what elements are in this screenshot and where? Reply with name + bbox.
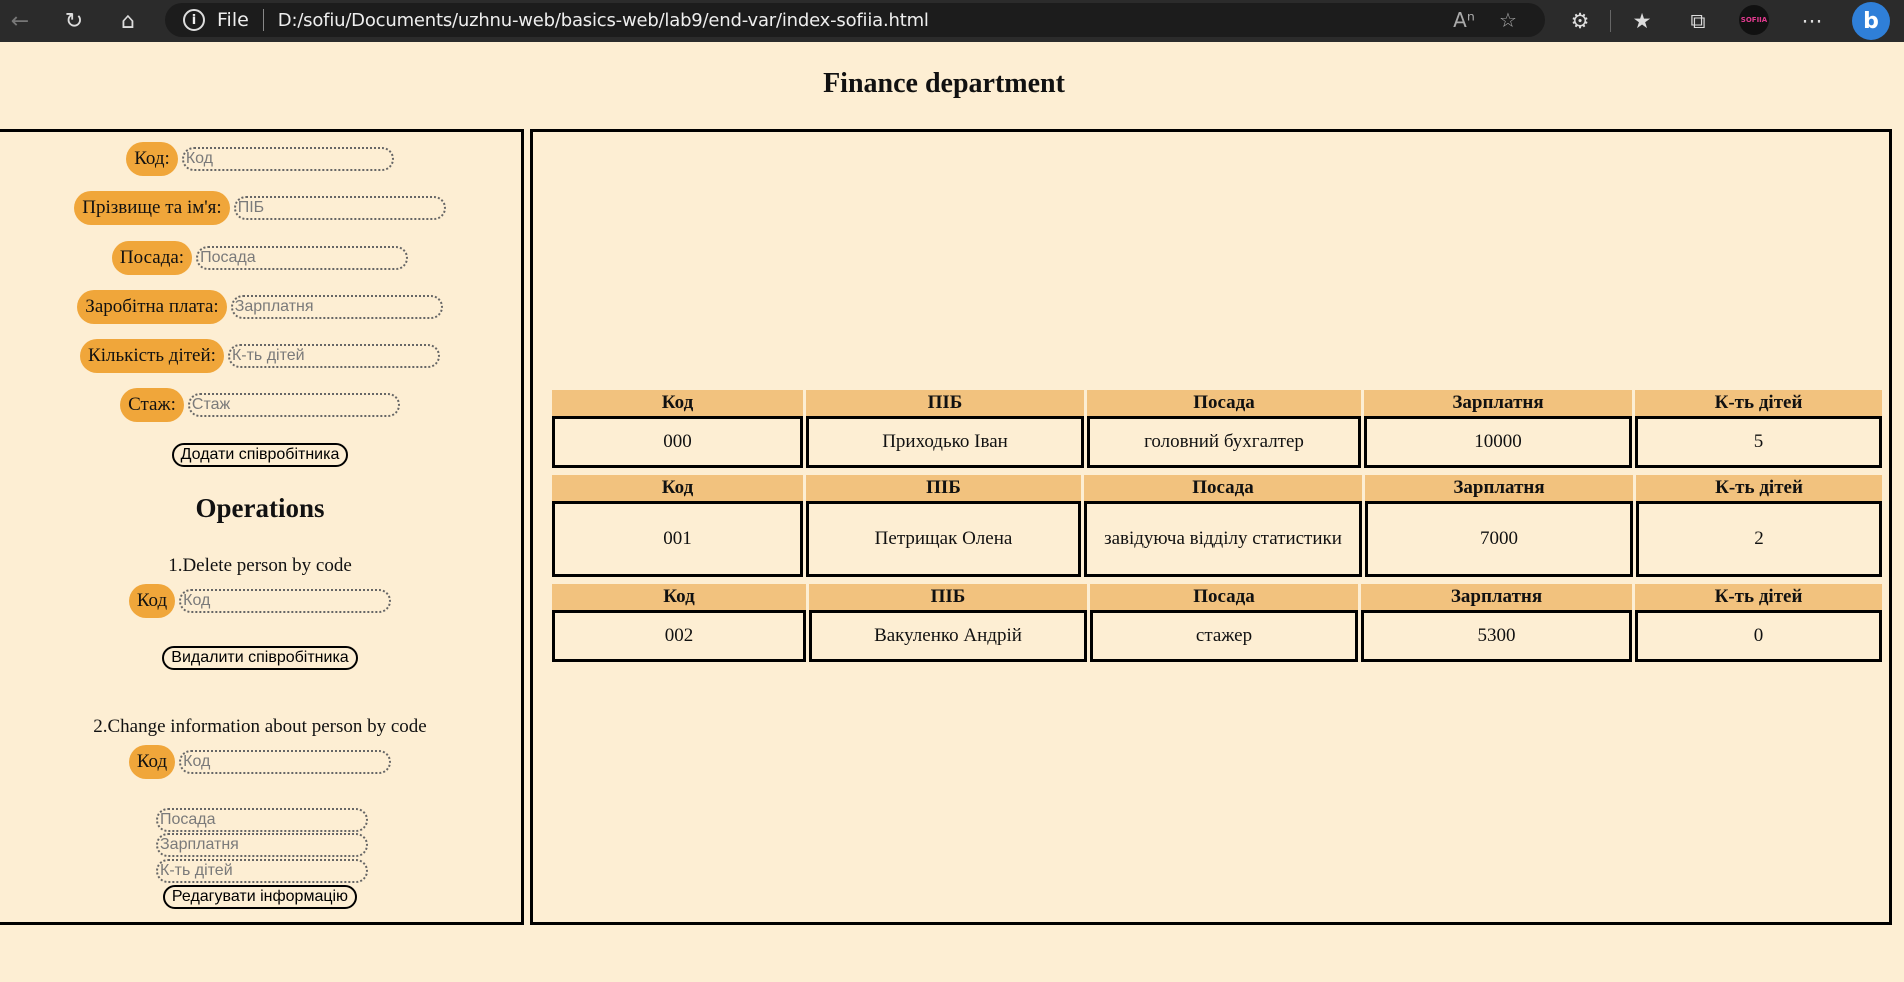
info-icon[interactable]: i bbox=[183, 9, 205, 31]
cell-code: 002 bbox=[552, 610, 806, 662]
delete-code-label: Код bbox=[128, 584, 176, 618]
table-header-row: Код ПІБ Посада Зарплатня К-ть дітей bbox=[552, 584, 1882, 610]
cell-position: стажер bbox=[1090, 610, 1358, 662]
header-code: Код bbox=[552, 475, 803, 501]
code-label: Код: bbox=[126, 142, 178, 176]
header-code: Код bbox=[552, 390, 803, 416]
header-position: Посада bbox=[1087, 390, 1361, 416]
cell-code: 000 bbox=[552, 416, 803, 468]
back-icon[interactable]: ← bbox=[2, 0, 38, 42]
home-icon[interactable]: ⌂ bbox=[110, 0, 146, 42]
add-employee-button[interactable]: Додати співробітника bbox=[171, 443, 349, 467]
delete-button-row: Видалити співробітника bbox=[0, 646, 520, 670]
left-panel: Код: Прізвище та ім'я: Посада: Заробітна… bbox=[0, 129, 524, 925]
form-row-children: Кількість дітей: bbox=[0, 339, 520, 373]
add-button-row: Додати співробітника bbox=[0, 443, 520, 467]
table-header-row: Код ПІБ Посада Зарплатня К-ть дітей bbox=[552, 475, 1882, 501]
name-input[interactable] bbox=[233, 196, 446, 220]
cell-name: Вакуленко Андрій bbox=[809, 610, 1087, 662]
cell-position: завідуюча відділу статистики bbox=[1084, 501, 1362, 577]
cell-children: 2 bbox=[1636, 501, 1882, 577]
change-position-input[interactable] bbox=[156, 808, 368, 832]
change-caption: 2.Change information about person by cod… bbox=[93, 716, 427, 737]
header-name: ПІБ bbox=[809, 584, 1087, 610]
copilot-icon[interactable]: b bbox=[1852, 2, 1890, 40]
delete-code-row: Код bbox=[0, 584, 520, 618]
browser-toolbar: ← ↻ ⌂ i File D:/sofiu/Documents/uzhnu-we… bbox=[0, 0, 1904, 42]
table-row: 000 Приходько Іван головний бухгалтер 10… bbox=[552, 416, 1882, 468]
table-row: 001 Петрищак Олена завідуюча відділу ста… bbox=[552, 501, 1882, 577]
position-label: Посада: bbox=[111, 241, 193, 275]
employee-table-0: Код ПІБ Посада Зарплатня К-ть дітей 000 … bbox=[549, 390, 1885, 468]
position-input[interactable] bbox=[196, 246, 409, 270]
header-children: К-ть дітей bbox=[1635, 390, 1882, 416]
favorites-icon[interactable]: ★ bbox=[1622, 0, 1662, 42]
employee-table-2: Код ПІБ Посада Зарплатня К-ть дітей 002 … bbox=[549, 584, 1885, 662]
header-salary: Зарплатня bbox=[1365, 475, 1633, 501]
salary-input[interactable] bbox=[230, 295, 443, 319]
salary-label: Заробітна плата: bbox=[77, 290, 227, 324]
delete-code-input[interactable] bbox=[179, 589, 392, 613]
form-row-position: Посада: bbox=[0, 241, 520, 275]
table-header-row: Код ПІБ Посада Зарплатня К-ть дітей bbox=[552, 390, 1882, 416]
cell-children: 0 bbox=[1635, 610, 1882, 662]
children-input[interactable] bbox=[227, 344, 440, 368]
form-row-code: Код: bbox=[0, 142, 520, 176]
header-children: К-ть дітей bbox=[1636, 475, 1882, 501]
code-input[interactable] bbox=[181, 147, 394, 171]
profile-avatar[interactable]: SOFIIA bbox=[1739, 5, 1769, 35]
employee-table-1: Код ПІБ Посада Зарплатня К-ть дітей 001 … bbox=[549, 475, 1885, 577]
header-position: Посада bbox=[1090, 584, 1358, 610]
url-text[interactable]: D:/sofiu/Documents/uzhnu-web/basics-web/… bbox=[278, 10, 929, 31]
delete-employee-button[interactable]: Видалити співробітника bbox=[162, 646, 358, 670]
page-title: Finance department bbox=[823, 68, 1065, 99]
change-code-label: Код bbox=[128, 745, 176, 779]
header-children: К-ть дітей bbox=[1635, 584, 1882, 610]
operations-title: Operations bbox=[195, 493, 325, 523]
change-salary-input[interactable] bbox=[156, 833, 368, 857]
change-children-input[interactable] bbox=[156, 859, 368, 883]
edit-button-row: Редагувати інформацію bbox=[0, 885, 520, 909]
cell-salary: 5300 bbox=[1361, 610, 1632, 662]
add-favorite-icon[interactable]: ☆ bbox=[1491, 3, 1525, 37]
cell-name: Приходько Іван bbox=[806, 416, 1084, 468]
delete-caption: 1.Delete person by code bbox=[168, 555, 352, 576]
toolbar-separator bbox=[1610, 10, 1611, 32]
collections-icon[interactable]: ⧉ bbox=[1678, 0, 1718, 42]
header-salary: Зарплатня bbox=[1364, 390, 1632, 416]
header-code: Код bbox=[552, 584, 806, 610]
change-code-input[interactable] bbox=[179, 750, 392, 774]
cell-salary: 7000 bbox=[1365, 501, 1633, 577]
form-row-salary: Заробітна плата: bbox=[0, 290, 520, 324]
address-separator bbox=[262, 9, 264, 31]
address-bar[interactable]: i File D:/sofiu/Documents/uzhnu-web/basi… bbox=[165, 3, 1545, 37]
experience-input[interactable] bbox=[187, 393, 400, 417]
read-aloud-icon[interactable]: Aⁿ bbox=[1447, 3, 1481, 37]
cell-position: головний бухгалтер bbox=[1087, 416, 1361, 468]
header-salary: Зарплатня bbox=[1361, 584, 1632, 610]
change-code-row: Код bbox=[0, 745, 520, 779]
employee-table-panel: Код ПІБ Посада Зарплатня К-ть дітей 000 … bbox=[530, 129, 1892, 925]
refresh-icon[interactable]: ↻ bbox=[56, 0, 92, 42]
file-label: File bbox=[217, 9, 249, 31]
name-label: Прізвище та ім'я: bbox=[74, 191, 230, 225]
header-name: ПІБ bbox=[806, 475, 1081, 501]
cell-code: 001 bbox=[552, 501, 803, 577]
more-menu-icon[interactable]: ⋯ bbox=[1792, 0, 1832, 42]
children-label: Кількість дітей: bbox=[80, 339, 224, 373]
edit-info-button[interactable]: Редагувати інформацію bbox=[162, 885, 358, 909]
table-row: 002 Вакуленко Андрій стажер 5300 0 bbox=[552, 610, 1882, 662]
form-row-experience: Стаж: bbox=[0, 388, 520, 422]
form-row-name: Прізвище та ім'я: bbox=[0, 191, 520, 225]
extensions-icon[interactable]: ⚙ bbox=[1560, 0, 1600, 42]
cell-children: 5 bbox=[1635, 416, 1882, 468]
cell-name: Петрищак Олена bbox=[806, 501, 1081, 577]
experience-label: Стаж: bbox=[120, 388, 184, 422]
header-name: ПІБ bbox=[806, 390, 1084, 416]
header-position: Посада bbox=[1084, 475, 1362, 501]
cell-salary: 10000 bbox=[1364, 416, 1632, 468]
